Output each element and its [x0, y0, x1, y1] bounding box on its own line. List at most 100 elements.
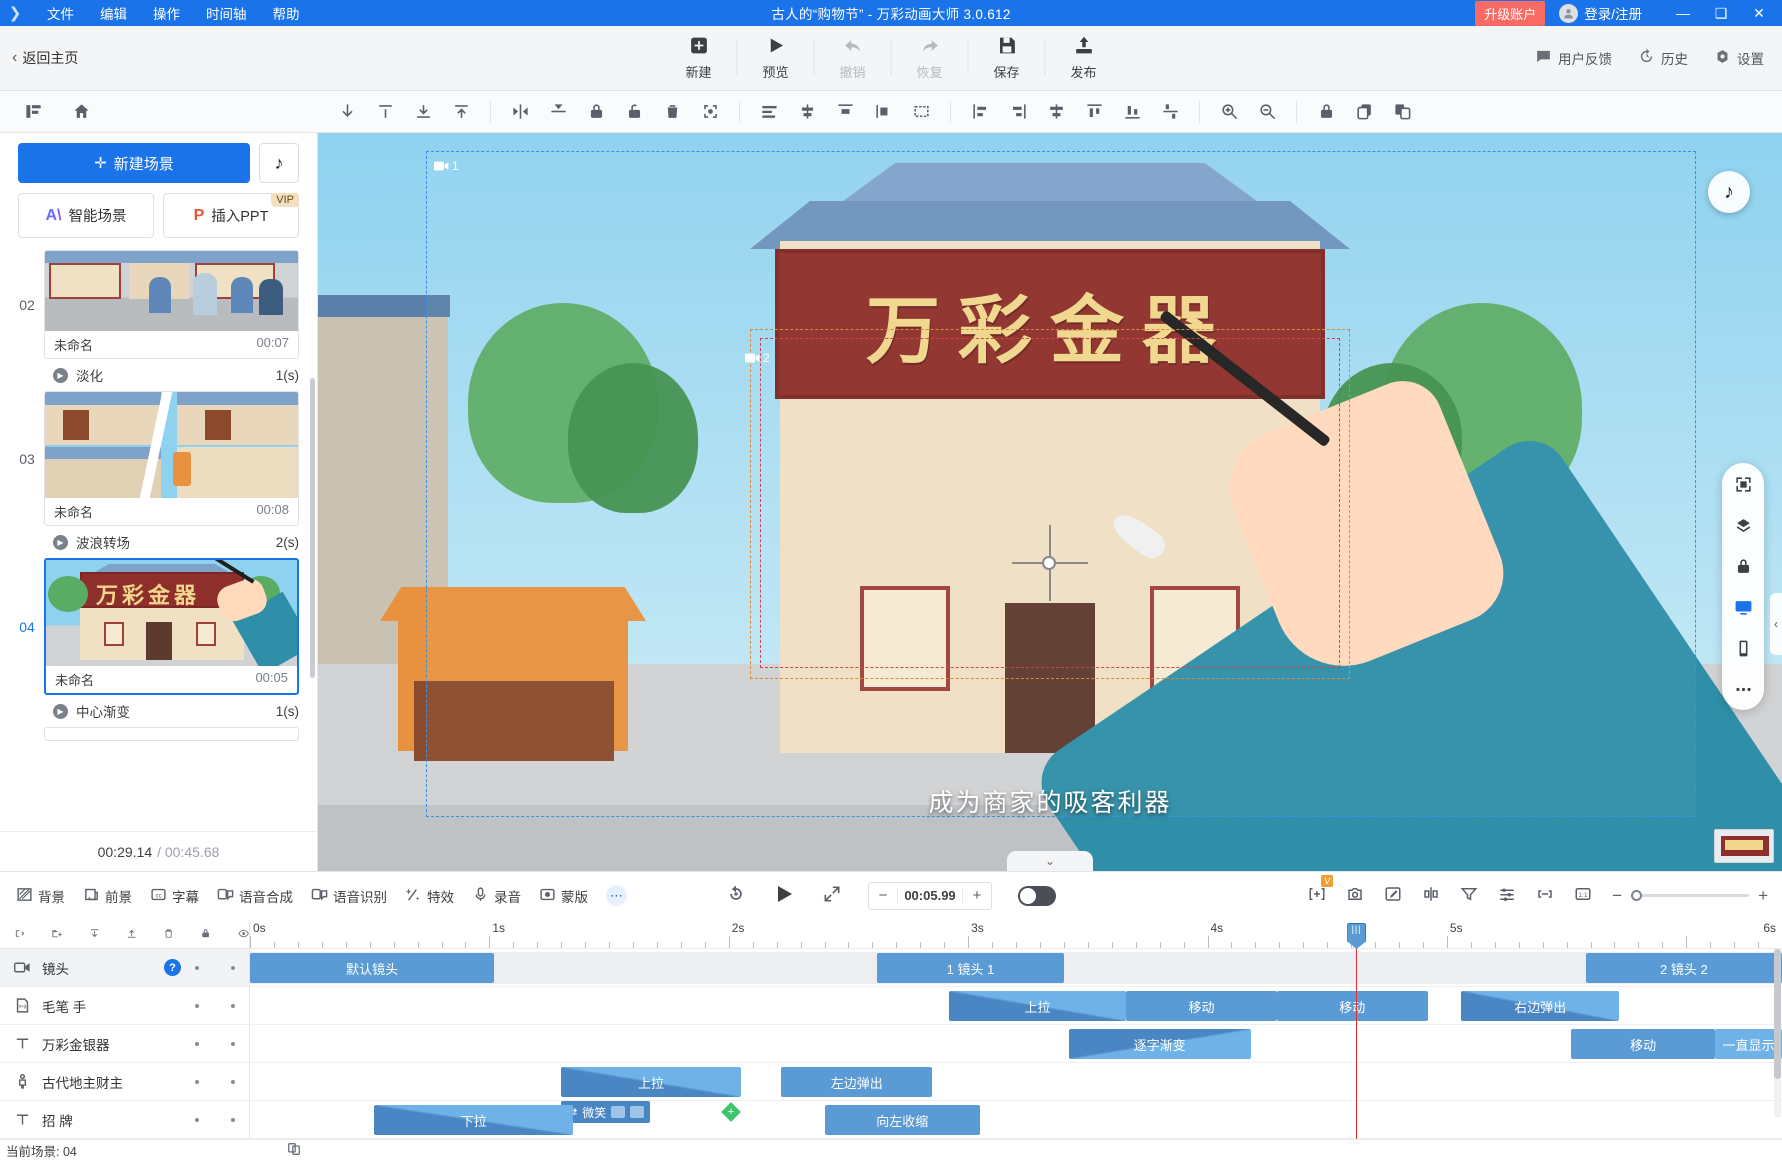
scene-list-item[interactable]: 02 未命名 00:07 [0, 250, 317, 359]
track-dot-1[interactable] [195, 965, 199, 970]
move-down-icon[interactable] [89, 925, 100, 942]
scene-card[interactable] [44, 727, 299, 741]
scene-list-item-partial[interactable] [0, 727, 317, 741]
smart-scene-button[interactable]: A\ 智能场景 [18, 193, 154, 238]
record-button[interactable]: 录音 [472, 886, 521, 906]
scene-list-item[interactable]: 04 万彩金器 未命名 00:05 [0, 558, 317, 695]
timeline-clip[interactable]: 上拉 [561, 1067, 741, 1097]
more-tools-button[interactable]: ⋯ [606, 885, 627, 906]
camera-badge-2[interactable]: 2 [745, 351, 770, 365]
align-right2-icon[interactable] [1007, 101, 1029, 123]
link-button[interactable] [1536, 885, 1554, 906]
track-dot-2[interactable] [231, 1079, 235, 1084]
move-up-icon[interactable] [126, 925, 137, 942]
timeline-track-row[interactable]: 古代地主财主上拉左边弹出⇄微笑 [0, 1063, 1782, 1123]
timeline-clip[interactable]: 上拉 [948, 991, 1127, 1021]
fit-screen-icon[interactable] [1732, 473, 1754, 495]
current-time-value[interactable]: 00:05.99 [897, 888, 963, 903]
align-right-icon[interactable] [834, 101, 856, 123]
subtitle-button[interactable]: cc 字幕 [150, 886, 199, 906]
unlock-icon[interactable] [623, 101, 645, 123]
track-dot-1[interactable] [195, 1117, 199, 1122]
timeline-clip[interactable]: 右边弹出 [1461, 991, 1620, 1021]
align-left2-icon[interactable] [969, 101, 991, 123]
time-increment-button[interactable]: + [963, 887, 991, 904]
timeline-clip[interactable]: 左边弹出 [781, 1067, 933, 1097]
scene-card[interactable]: 未命名 00:07 [44, 250, 299, 359]
timeline-clip[interactable]: 2 镜头 2 [1585, 953, 1782, 983]
camera-badge-1[interactable]: 1 [434, 159, 459, 173]
save-button[interactable]: 保存 [969, 32, 1045, 84]
align-top2-icon[interactable] [1083, 101, 1105, 123]
zoom-out-button[interactable]: − [1612, 886, 1622, 906]
foreground-button[interactable]: 前景 [83, 886, 132, 906]
align-top-icon[interactable] [374, 101, 396, 123]
monitor-icon[interactable] [1732, 596, 1754, 618]
track-label[interactable]: svg 毛笔 手 [0, 987, 250, 1024]
scene-transition[interactable]: ▶ 淡化 1(s) [0, 359, 317, 391]
text-selection-bounds[interactable] [760, 338, 1340, 668]
flip-horizontal-icon[interactable] [509, 101, 531, 123]
user-feedback-button[interactable]: 用户反馈 [1535, 48, 1612, 68]
play-button[interactable] [772, 882, 796, 909]
sliders-button[interactable] [1498, 885, 1516, 906]
distribute-h-icon[interactable] [872, 101, 894, 123]
time-stepper[interactable]: − 00:05.99 + [868, 881, 992, 910]
publish-button[interactable]: 发布 [1046, 32, 1122, 84]
timeline-panel-icon[interactable] [22, 101, 44, 123]
track-dot-1[interactable] [195, 1003, 199, 1008]
delete-icon[interactable] [163, 925, 174, 942]
align-base-icon[interactable] [450, 101, 472, 123]
timeline-track-row[interactable]: 万彩金银器 逐字渐变 移动 一直显示 [0, 1025, 1782, 1063]
undo-button[interactable]: 撤销 [815, 32, 891, 84]
track-lane[interactable]: 逐字渐变 移动 一直显示 [250, 1025, 1782, 1062]
timeline-clip[interactable]: 移动 [1276, 991, 1428, 1021]
track-label[interactable]: 古代地主财主 [0, 1063, 250, 1100]
background-button[interactable]: 背景 [16, 886, 65, 906]
track-label[interactable]: 万彩金银器 [0, 1025, 250, 1062]
timeline-ruler[interactable]: 0s 1s 2s 3s 4s 5s 6s [250, 919, 1782, 948]
login-register-link[interactable]: 登录/注册 [1584, 3, 1642, 23]
replay-icon[interactable] [726, 884, 746, 907]
align-bottom-icon[interactable] [336, 101, 358, 123]
back-to-home-button[interactable]: ‹ 返回主页 [0, 48, 78, 68]
timeline-clip[interactable]: 一直显示 [1714, 1029, 1782, 1059]
timeline-track-row[interactable]: 招 牌 下拉 向左收缩 [0, 1101, 1782, 1139]
timeline-vscrollbar[interactable] [1774, 949, 1781, 1117]
scene-card[interactable]: 万彩金器 未命名 00:05 [44, 558, 299, 695]
scene-music-button[interactable]: ♪ [259, 143, 299, 183]
align-center-h-icon[interactable] [796, 101, 818, 123]
align-middle-v-icon[interactable] [412, 101, 434, 123]
expand-arrows-icon[interactable] [822, 884, 842, 907]
canvas-area[interactable]: 万彩金器 1 2 成为商家的吸客利器 ♪ ‹ ⌄ [318, 133, 1782, 871]
mask-button[interactable]: 蒙版 [539, 886, 588, 906]
new-scene-button[interactable]: ✛ 新建场景 [18, 143, 250, 183]
layers-icon[interactable] [1732, 514, 1754, 536]
menu-item-timeline[interactable]: 时间轴 [193, 0, 260, 26]
select-area-icon[interactable] [699, 101, 721, 123]
new-button[interactable]: 新建 [661, 32, 737, 84]
more-dots-icon[interactable] [1732, 678, 1754, 700]
zoom-in-button[interactable]: + [1758, 886, 1768, 906]
zoom-in-icon[interactable] [1218, 101, 1240, 123]
fit-icon[interactable] [910, 101, 932, 123]
timeline-track-row[interactable]: 镜头? 默认镜头 1 镜头 12 镜头 2 [0, 949, 1782, 987]
timeline-clip[interactable]: 1 镜头 1 [877, 953, 1064, 983]
track-label[interactable]: 镜头? [0, 949, 250, 986]
align-center2-icon[interactable] [1045, 101, 1067, 123]
preview-button[interactable]: 预览 [738, 32, 814, 84]
split-button[interactable] [1422, 885, 1440, 906]
track-dot-2[interactable] [231, 1117, 235, 1122]
close-button[interactable]: ✕ [1740, 0, 1778, 26]
zoom-knob[interactable] [1631, 890, 1643, 901]
distribute-v-icon[interactable] [1159, 101, 1181, 123]
eye-icon[interactable] [238, 925, 249, 942]
redo-button[interactable]: 恢复 [892, 32, 968, 84]
scene-list-scrollbar[interactable] [310, 378, 315, 678]
track-lane[interactable]: 默认镜头 1 镜头 1 2 镜头 2 [250, 949, 1782, 986]
track-dot-2[interactable] [231, 1003, 235, 1008]
panel-collapse-handle[interactable]: ‹ [1770, 593, 1782, 655]
track-lane[interactable]: 上拉左边弹出⇄微笑 [250, 1063, 1782, 1123]
menu-item-help[interactable]: 帮助 [260, 0, 313, 26]
align-bottom2-icon[interactable] [1121, 101, 1143, 123]
